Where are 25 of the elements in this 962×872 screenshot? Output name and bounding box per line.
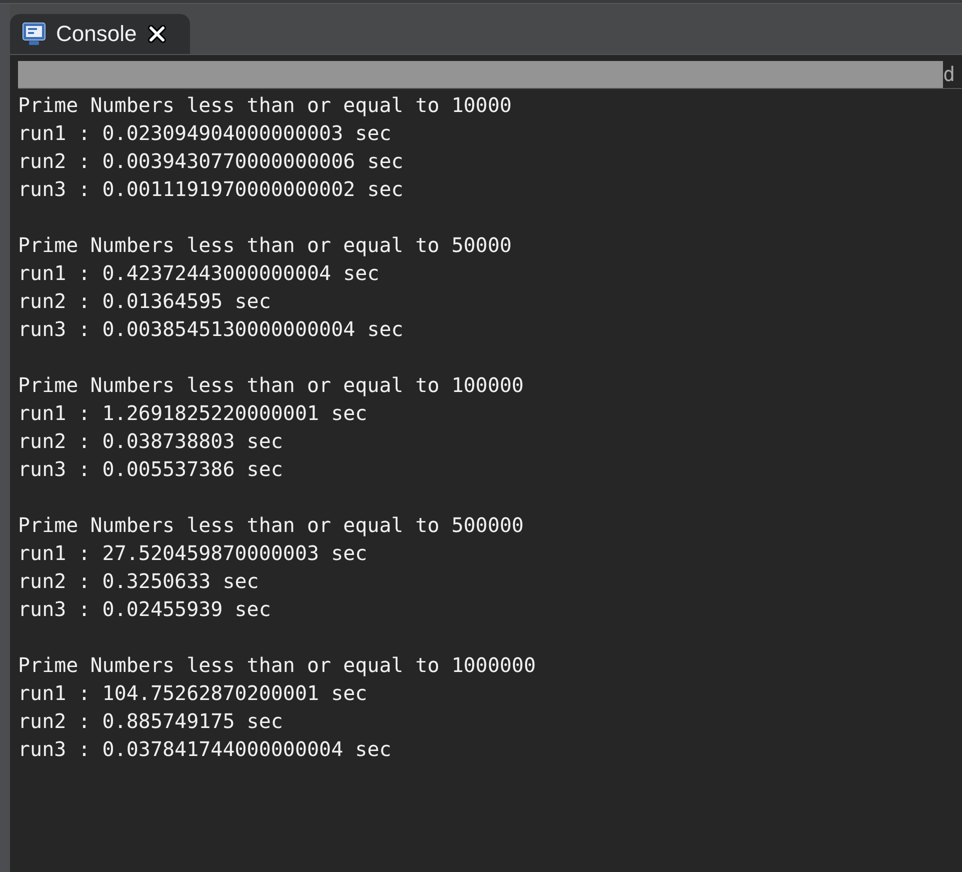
output-line: run2 : 0.0039430770000000006 sec: [18, 148, 404, 175]
output-line: run1 : 104.75262870200001 sec: [18, 680, 368, 707]
output-heading: Prime Numbers less than or equal to 10000: [18, 92, 513, 119]
output-line: run1 : 0.023094904000000003 sec: [18, 120, 392, 147]
output-line: run3 : 0.02455939 sec: [18, 596, 272, 623]
output-line: run3 : 0.005537386 sec: [18, 456, 284, 483]
output-line: run2 : 0.01364595 sec: [18, 288, 272, 315]
output-line: run3 : 0.0038545130000000004 sec: [18, 316, 404, 343]
output-heading: Prime Numbers less than or equal to 500000: [18, 512, 525, 539]
output-line: run2 : 0.885749175 sec: [18, 708, 284, 735]
output-heading: Prime Numbers less than or equal to 50000: [18, 232, 513, 259]
monitor-icon: [22, 22, 46, 46]
output-line: run2 : 0.3250633 sec: [18, 568, 260, 595]
output-line: run1 : 1.2691825220000001 sec: [18, 400, 368, 427]
output-heading: Prime Numbers less than or equal to 100000: [18, 372, 525, 399]
output-line: run1 : 0.42372443000000004 sec: [18, 260, 380, 287]
console-tab[interactable]: Console: [10, 14, 190, 54]
output-line: run3 : 0.0011191970000000002 sec: [18, 176, 404, 203]
output-line: run3 : 0.037841744000000004 sec: [18, 736, 392, 763]
output-heading: Prime Numbers less than or equal to 1000000: [18, 652, 537, 679]
tab-title: Console: [56, 21, 137, 47]
close-icon[interactable]: [146, 24, 167, 44]
output-line: run1 : 27.520459870000003 sec: [18, 540, 368, 567]
output-line: run2 : 0.038738803 sec: [18, 428, 284, 455]
path-text: d: [943, 62, 956, 86]
